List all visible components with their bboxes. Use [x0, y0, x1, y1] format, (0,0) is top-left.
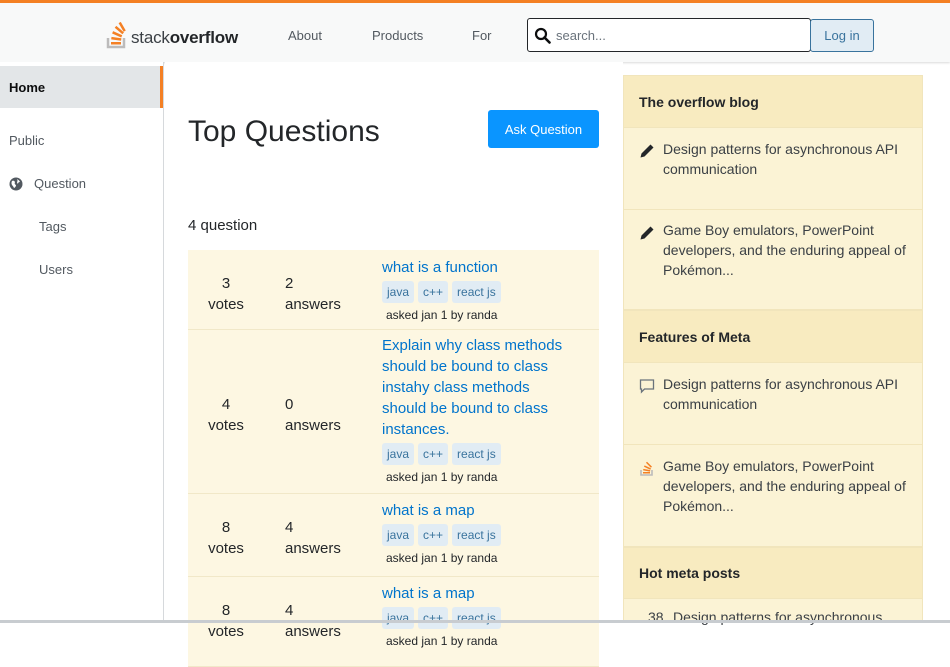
login-button[interactable]: Log in — [810, 19, 874, 52]
asked-info: asked jan 1 by randa — [386, 308, 498, 322]
pencil-icon — [640, 144, 654, 158]
top-bar: stackoverflow About Products For Log in — [0, 0, 950, 62]
tag-java[interactable]: java — [382, 443, 415, 465]
question-body: Explain why class methods should be boun… — [382, 335, 577, 484]
tag-java[interactable]: java — [382, 524, 415, 546]
tag-react-js[interactable]: react js — [452, 281, 501, 303]
logo[interactable]: stackoverflow — [106, 17, 238, 49]
asked-info: asked jan 1 by randa — [386, 551, 498, 565]
globe-icon — [9, 177, 23, 190]
nav-about[interactable]: About — [288, 28, 322, 43]
sidebar-item-question-label: Question — [34, 176, 87, 191]
answer-count: 2 answers — [285, 275, 341, 313]
question-body: what is a function java c++ react js ask… — [382, 257, 582, 322]
question-title-link[interactable]: Explain why class methods should be boun… — [382, 335, 577, 440]
question-count: 4 question — [188, 217, 258, 234]
meta-item-text: Design patterns for asynchronous API com… — [663, 376, 899, 412]
sidebar-item-users[interactable]: Users — [39, 262, 73, 277]
blog-heading: The overflow blog — [624, 76, 922, 128]
question-title-link[interactable]: what is a map — [382, 583, 582, 604]
main-content: Top Questions Ask Question 4 question 3v… — [165, 62, 623, 667]
sidebar-item-public: Public — [9, 133, 45, 148]
question-list: 3 votes 2 answers what is a function java … — [188, 250, 599, 667]
blog-item[interactable]: Game Boy emulators, PowerPoint developer… — [624, 210, 922, 310]
left-sidebar: Home Public Question Tags Users — [0, 62, 164, 623]
sidebar-item-question[interactable]: Question — [9, 176, 86, 191]
tag-cpp[interactable]: c++ — [418, 607, 449, 629]
search-input[interactable] — [556, 27, 796, 43]
blog-item-text: Game Boy emulators, PowerPoint developer… — [663, 222, 906, 278]
asked-info: asked jan 1 by randa — [386, 634, 498, 648]
search-box[interactable] — [527, 18, 811, 52]
search-icon — [528, 19, 556, 51]
meta-item-text: Game Boy emulators, PowerPoint developer… — [663, 458, 906, 514]
meta-heading: Features of Meta — [624, 310, 922, 363]
tag-cpp[interactable]: c++ — [418, 524, 449, 546]
vote-count: 8 votes — [208, 519, 244, 557]
question-row: 4 votes 0 answers Explain why class method… — [188, 330, 599, 494]
blog-item-text: Design patterns for asynchronous API com… — [663, 141, 899, 177]
page-title: Top Questions — [188, 115, 380, 148]
tag-cpp[interactable]: c++ — [418, 281, 449, 303]
tag-cpp[interactable]: c++ — [418, 443, 449, 465]
question-body: what is a map java c++ react js asked ja… — [382, 583, 582, 648]
tag-react-js[interactable]: react js — [452, 607, 501, 629]
hot-meta-item[interactable]: 38 Design patterns for asynchronous — [624, 599, 922, 629]
sidebar-item-tags[interactable]: Tags — [39, 219, 66, 234]
tag-react-js[interactable]: react js — [452, 443, 501, 465]
vote-count: 4 votes — [208, 396, 244, 434]
meta-item[interactable]: Design patterns for asynchronous API com… — [624, 363, 922, 445]
tag-java[interactable]: java — [382, 281, 415, 303]
logo-text: stackoverflow — [131, 28, 238, 47]
answer-count: 0 answers — [285, 396, 341, 434]
answer-count: 4 answers — [285, 519, 341, 557]
sidebar-item-home[interactable]: Home — [0, 66, 163, 108]
asked-info: asked jan 1 by randa — [386, 470, 498, 484]
nav-for[interactable]: For — [472, 28, 492, 43]
question-row: 8 votes 4 answers what is a map java c++ r… — [188, 494, 599, 577]
question-row: 3 votes 2 answers what is a function java … — [188, 250, 599, 330]
comment-icon — [639, 379, 655, 394]
vote-count: 3 votes — [208, 275, 244, 313]
stackoverflow-logo-icon — [106, 21, 126, 49]
ask-question-button[interactable]: Ask Question — [488, 110, 599, 148]
question-title-link[interactable]: what is a function — [382, 257, 582, 278]
right-sidebar: The overflow blog Design patterns for as… — [623, 75, 923, 625]
meta-item[interactable]: Game Boy emulators, PowerPoint developer… — [624, 445, 922, 547]
tag-java[interactable]: java — [382, 607, 415, 629]
nav-products[interactable]: Products — [372, 28, 423, 43]
tag-react-js[interactable]: react js — [452, 524, 501, 546]
stackoverflow-icon — [640, 461, 653, 476]
pencil-icon — [640, 226, 654, 240]
question-body: what is a map java c++ react js asked ja… — [382, 500, 582, 565]
blog-item[interactable]: Design patterns for asynchronous API com… — [624, 128, 922, 210]
question-title-link[interactable]: what is a map — [382, 500, 582, 521]
hot-meta-heading: Hot meta posts — [624, 547, 922, 599]
